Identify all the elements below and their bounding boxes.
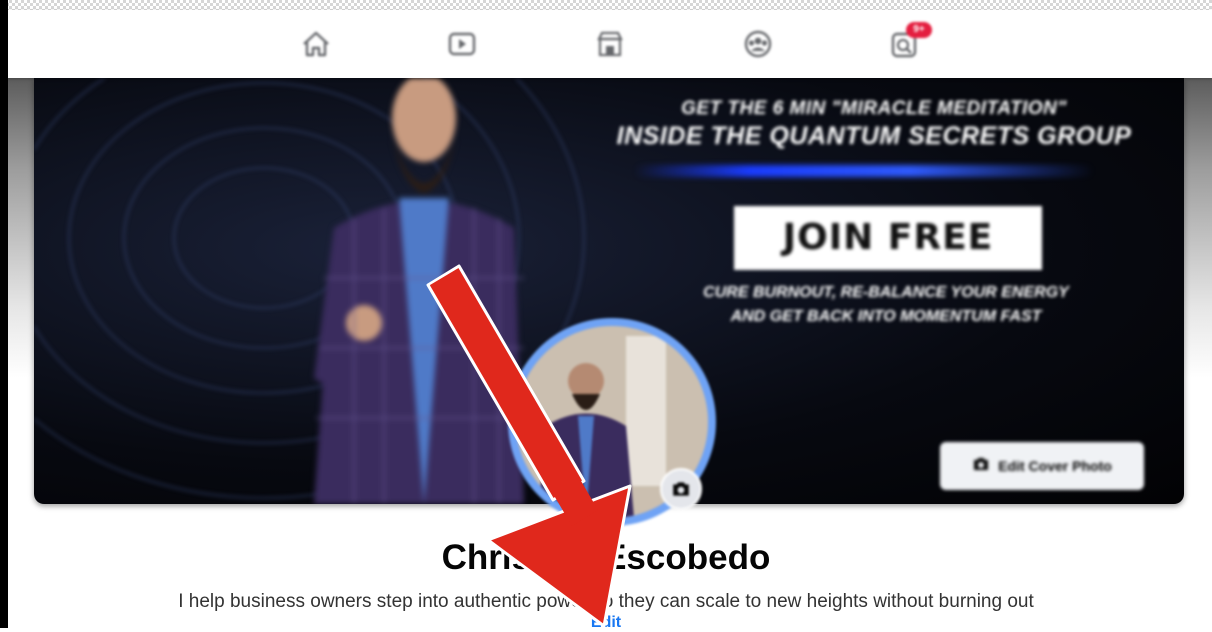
groups-icon[interactable] [738,24,778,64]
speaker-photo [314,78,524,504]
join-free-banner: JOIN FREE [734,206,1042,270]
edit-cover-photo-label: Edit Cover Photo [998,458,1112,474]
promo-blue-streak [634,165,1094,177]
profile-bio: I help business owners step into authent… [178,591,1034,612]
promo-headline: GET THE 6 MIN "MIRACLE MEDITATION" [681,98,1067,119]
promo-subheadline: INSIDE THE QUANTUM SECRETS GROUP [616,122,1132,150]
promo-tagline-1: CURE BURNOUT, RE-BALANCE YOUR ENERGY [703,284,1069,301]
camera-icon [972,443,990,491]
edit-cover-photo-button[interactable]: Edit Cover Photo [940,442,1144,490]
profile-name: Christian Escobedo [441,538,771,577]
camera-icon [673,482,689,496]
profile-picture[interactable] [508,318,716,526]
top-navigation-bar: 9+ [8,10,1212,78]
update-profile-picture-button[interactable] [660,468,702,510]
home-icon[interactable] [296,24,336,64]
window-frame-edge [0,0,8,628]
gaming-icon[interactable]: 9+ [884,22,932,64]
checkerboard-edge [0,0,1212,10]
video-icon[interactable] [442,24,482,64]
marketplace-icon[interactable] [590,24,630,64]
edit-bio-link[interactable]: Edit [0,614,1212,632]
notification-badge: 9+ [906,22,932,38]
